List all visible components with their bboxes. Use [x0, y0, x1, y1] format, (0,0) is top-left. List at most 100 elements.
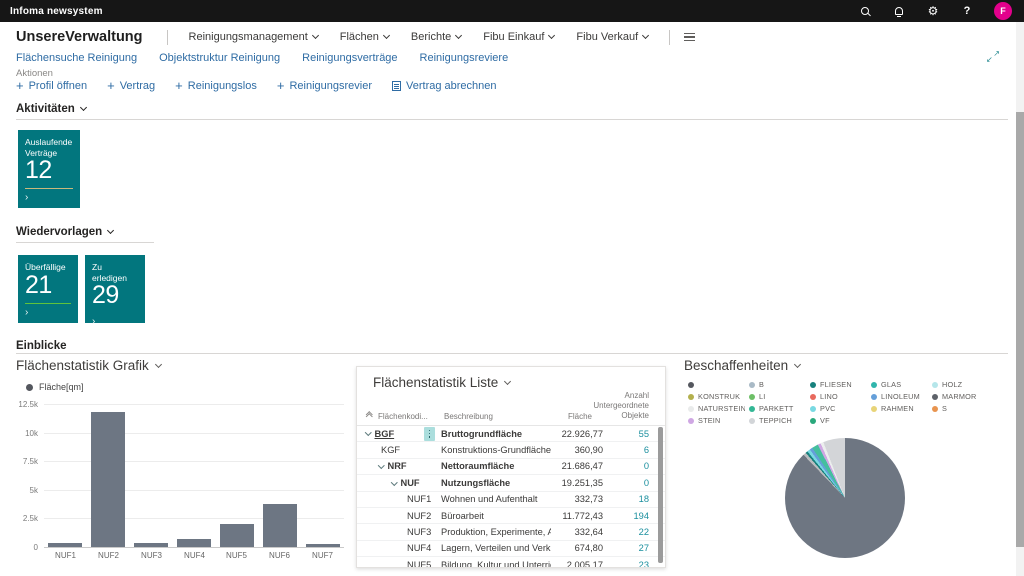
table-row-bgf[interactable]: BGFBruttogrundfläche22.926,7755 [357, 426, 665, 442]
column-header-description[interactable]: Beschreibung [444, 412, 493, 421]
pie-legend-item-s: S [932, 404, 989, 413]
nav-menu-berichte[interactable]: Berichte [411, 31, 461, 43]
action-profil-öffnen[interactable]: +Profil öffnen [16, 80, 87, 92]
chevron-down-icon [107, 227, 114, 234]
tile-label: Zu erledigen [92, 262, 138, 283]
cell-code: KGF [357, 445, 441, 455]
app-title: Infoma newsystem [10, 6, 103, 17]
code-value: KGF [381, 445, 400, 455]
legend-dot [688, 394, 694, 400]
list-title: Flächenstatistik Liste [373, 375, 498, 390]
table-row-nuf5[interactable]: NUF5Bildung, Kultur und Unterricht2.005,… [357, 557, 665, 567]
table-row-nuf3[interactable]: NUF3Produktion, Experimente, Arbeit332,6… [357, 524, 665, 540]
cell-description: Büroarbeit [441, 511, 551, 521]
legend-dot [749, 418, 755, 424]
pie-legend-item-lino: LINO [810, 392, 867, 401]
bar-nuf2 [91, 412, 125, 547]
chevron-down-icon[interactable] [365, 430, 371, 436]
settings-gear-icon[interactable]: ⚙ [926, 4, 940, 18]
pie-legend-item-rahmen: RAHMEN [871, 404, 928, 413]
action-reinigungslos[interactable]: +Reinigungslos [175, 80, 257, 92]
pie-legend-item-linoleum: LINOLEUM [871, 392, 928, 401]
action-reinigungsrevier[interactable]: +Reinigungsrevier [277, 80, 372, 92]
nav-menus: Reinigungsmanagement Flächen Berichte Fibu … [178, 31, 660, 43]
cell-count-link[interactable]: 27 [603, 543, 649, 553]
table-row-kgf[interactable]: KGFKonstruktions-Grundfläche360,906 [357, 442, 665, 458]
nav-menu-fibu-einkauf[interactable]: Fibu Einkauf [483, 31, 554, 43]
cell-count-link[interactable]: 0 [603, 461, 649, 471]
nav-menu-reinigungsmanagement[interactable]: Reinigungsmanagement [189, 31, 318, 43]
pie-panel-title[interactable]: Beschaffenheiten [684, 358, 1014, 373]
action-vertrag[interactable]: +Vertrag [107, 80, 155, 92]
cell-count-link[interactable]: 6 [603, 445, 649, 455]
divider [669, 30, 670, 45]
divider [167, 30, 168, 45]
cue-tile-29[interactable]: Zu erledigen29› [85, 255, 145, 323]
notifications-icon[interactable] [892, 4, 906, 18]
quicklink-reinigungsverträge[interactable]: Reinigungsverträge [302, 52, 397, 64]
cell-count-link[interactable]: 194 [603, 511, 649, 521]
legend-dot [810, 394, 816, 400]
cell-description: Konstruktions-Grundfläche [441, 445, 551, 455]
cell-count-link[interactable]: 22 [603, 527, 649, 537]
table-row-nuf2[interactable]: NUF2Büroarbeit11.772,43194 [357, 508, 665, 524]
y-axis-tick: 0 [8, 543, 38, 552]
table-row-nuf1[interactable]: NUF1Wohnen und Aufenthalt332,7318 [357, 492, 665, 508]
menu-label: Flächen [340, 31, 379, 43]
cue-tile-12[interactable]: Auslaufende Verträge12› [18, 130, 80, 208]
cell-count-link[interactable]: 55 [603, 429, 649, 439]
x-axis-tick: NUF4 [173, 551, 216, 560]
cell-count-link[interactable]: 23 [603, 560, 649, 567]
quicklink-reinigungsreviere[interactable]: Reinigungsreviere [420, 52, 509, 64]
column-header-count[interactable]: AnzahlUntergeordneteObjekte [579, 391, 649, 421]
section-reminders-header[interactable]: Wiedervorlagen [16, 226, 113, 238]
page-scrollbar-track[interactable] [1016, 22, 1024, 576]
expand-page-icon[interactable]: ↗↙ [986, 50, 1000, 64]
cell-count-link[interactable]: 18 [603, 494, 649, 504]
chevron-down-icon [155, 360, 162, 367]
tile-indicator-bar [25, 188, 73, 189]
cue-tile-21[interactable]: Überfällige21› [18, 255, 78, 323]
chart-title: Flächenstatistik Grafik [16, 358, 149, 373]
x-axis-tick: NUF7 [301, 551, 344, 560]
bar-nuf7 [306, 544, 340, 547]
quicklink-flächensuche-reinigung[interactable]: Flächensuche Reinigung [16, 52, 137, 64]
table-row-nrf[interactable]: NRFNettoraumfläche21.686,470 [357, 459, 665, 475]
pie-legend-item-b: B [749, 380, 806, 389]
more-menu-icon[interactable] [684, 33, 695, 41]
chevron-down-icon[interactable] [378, 462, 384, 468]
row-context-menu-button[interactable] [424, 427, 435, 441]
tile-value: 29 [92, 283, 138, 308]
chevron-down-icon [455, 32, 462, 39]
chevron-down-icon[interactable] [391, 479, 397, 485]
nav-menu-fibu-verkauf[interactable]: Fibu Verkauf [576, 31, 648, 43]
column-header-code[interactable]: Flächenkodi... [378, 412, 428, 421]
cell-code: BGF [357, 429, 441, 439]
cell-count-link[interactable]: 0 [603, 478, 649, 488]
user-avatar[interactable]: F [994, 2, 1012, 20]
cell-code: NUF4 [357, 543, 441, 553]
role-center-title[interactable]: UnsereVerwaltung [16, 29, 143, 45]
cell-description: Bildung, Kultur und Unterricht [441, 560, 551, 567]
section-activities-header[interactable]: Aktivitäten [16, 103, 86, 115]
nav-menu-flächen[interactable]: Flächen [340, 31, 389, 43]
help-icon[interactable]: ? [960, 4, 974, 18]
table-row-nuf[interactable]: NUFNutzungsfläche19.251,350 [357, 475, 665, 491]
legend-label: S [942, 404, 947, 413]
search-icon[interactable] [858, 4, 872, 18]
quicklink-objektstruktur-reinigung[interactable]: Objektstruktur Reinigung [159, 52, 280, 64]
chart-panel-title[interactable]: Flächenstatistik Grafik [16, 358, 348, 373]
navigation-bar: UnsereVerwaltung Reinigungsmanagement Flä… [16, 26, 1008, 48]
page-scrollbar-thumb[interactable] [1016, 112, 1024, 547]
table-row-nuf4[interactable]: NUF4Lagern, Verteilen und Verkaufen674,8… [357, 541, 665, 557]
list-panel-title[interactable]: Flächenstatistik Liste [373, 375, 510, 390]
legend-dot [871, 382, 877, 388]
pie-legend-item-glas: GLAS [871, 380, 928, 389]
action-vertrag-abrechnen[interactable]: Vertrag abrechnen [392, 80, 497, 92]
legend-label: LINOLEUM [881, 392, 920, 401]
collapse-all-icon[interactable] [365, 412, 373, 420]
legend-label: Fläche[qm] [39, 382, 84, 392]
code-value: NUF1 [407, 494, 431, 504]
table-scrollbar[interactable] [658, 427, 663, 563]
pie-legend: BFLIESENGLASHOLZKONSTRUKLILINOLINOLEUMMA… [688, 380, 989, 425]
